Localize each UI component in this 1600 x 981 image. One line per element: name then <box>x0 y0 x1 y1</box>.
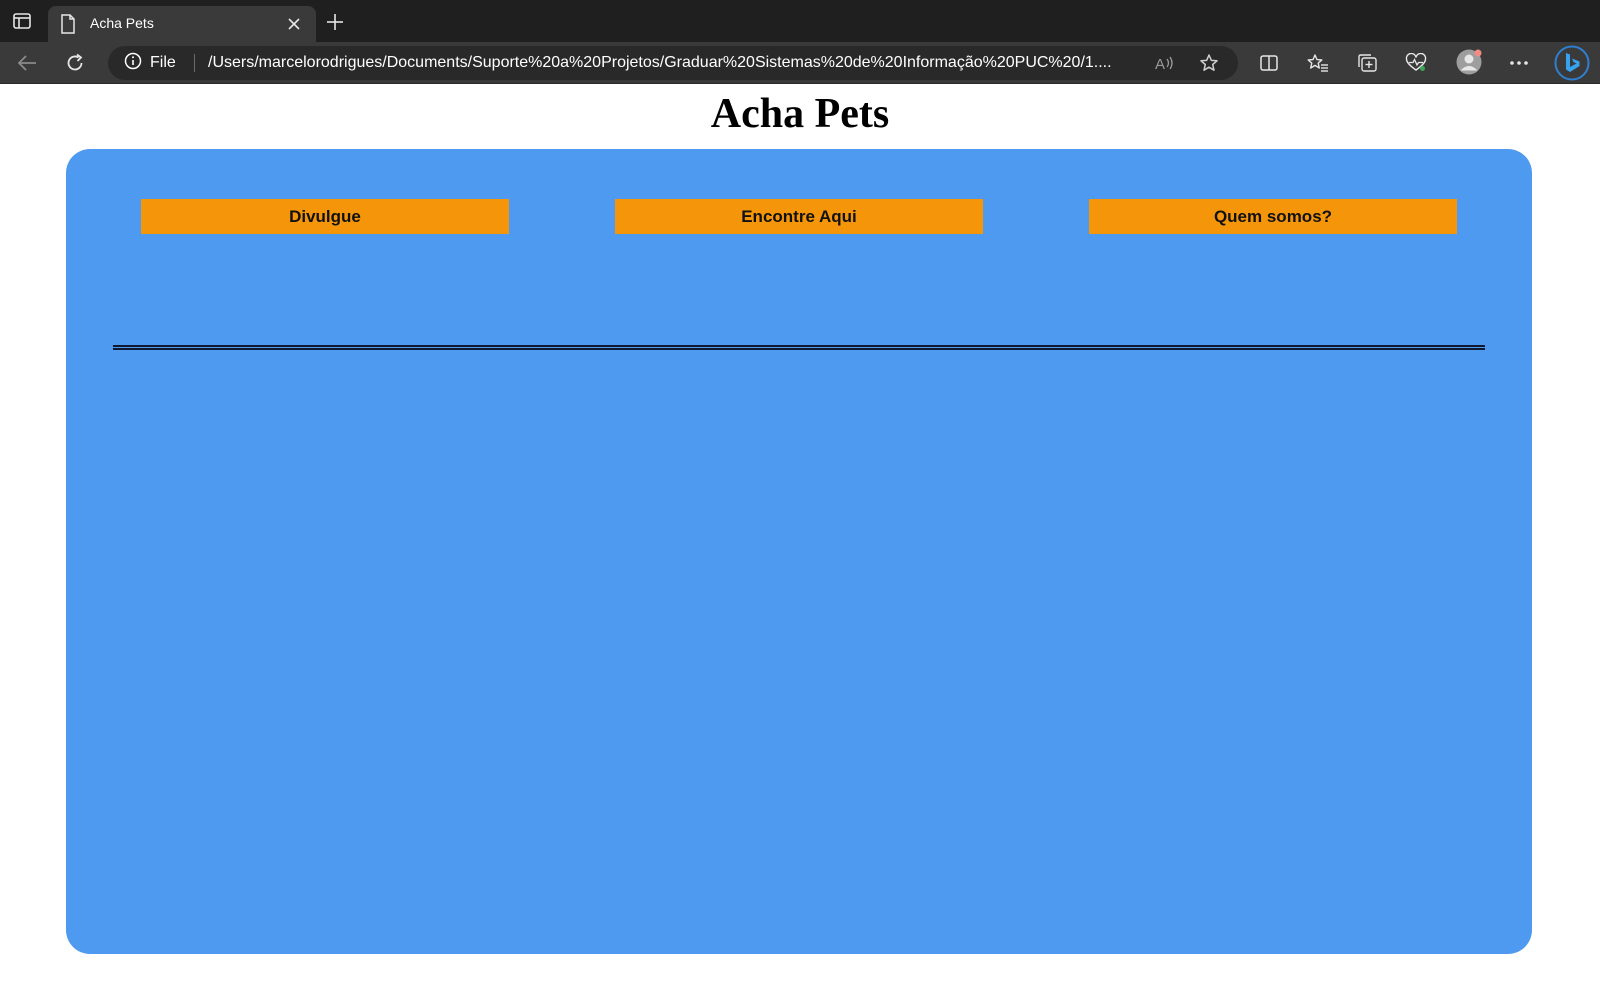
tab-strip: Acha Pets <box>0 0 1600 42</box>
tab-actions-icon[interactable] <box>10 11 34 31</box>
split-screen-icon[interactable] <box>1256 50 1282 76</box>
close-icon[interactable] <box>284 14 304 34</box>
tab-title: Acha Pets <box>90 15 154 31</box>
section-divider <box>113 345 1485 350</box>
plus-icon[interactable] <box>324 11 346 33</box>
star-icon[interactable] <box>1198 52 1220 74</box>
url-text[interactable]: /Users/marcelorodrigues/Documents/Suport… <box>208 54 1148 72</box>
address-bar[interactable]: File /Users/marcelorodrigues/Documents/S… <box>108 46 1238 80</box>
svg-text:A: A <box>1155 56 1165 71</box>
profile-avatar[interactable] <box>1455 48 1483 76</box>
encontre-aqui-button[interactable]: Encontre Aqui <box>615 199 983 234</box>
site-info-button[interactable]: File <box>124 52 176 75</box>
favorites-icon[interactable] <box>1305 50 1331 76</box>
active-tab[interactable]: Acha Pets <box>48 6 316 42</box>
main-panel: Divulgue Encontre Aqui Quem somos? <box>66 149 1532 954</box>
bing-icon[interactable] <box>1554 45 1590 81</box>
document-icon <box>60 14 76 34</box>
browser-toolbar: File /Users/marcelorodrigues/Documents/S… <box>0 42 1600 84</box>
page-title: Acha Pets <box>710 91 890 137</box>
read-aloud-icon[interactable]: A <box>1154 52 1176 74</box>
info-icon <box>124 52 142 75</box>
site-info-label: File <box>150 54 176 71</box>
reload-icon[interactable] <box>62 50 88 76</box>
quem-somos-button[interactable]: Quem somos? <box>1089 199 1457 234</box>
page-viewport: Acha Pets Divulgue Encontre Aqui Quem so… <box>0 84 1600 981</box>
heartbeat-icon[interactable] <box>1403 50 1429 76</box>
divulgue-button[interactable]: Divulgue <box>141 199 509 234</box>
collections-icon[interactable] <box>1354 50 1380 76</box>
more-icon[interactable] <box>1506 50 1532 76</box>
back-arrow-icon[interactable] <box>14 50 40 76</box>
address-separator <box>194 54 195 72</box>
